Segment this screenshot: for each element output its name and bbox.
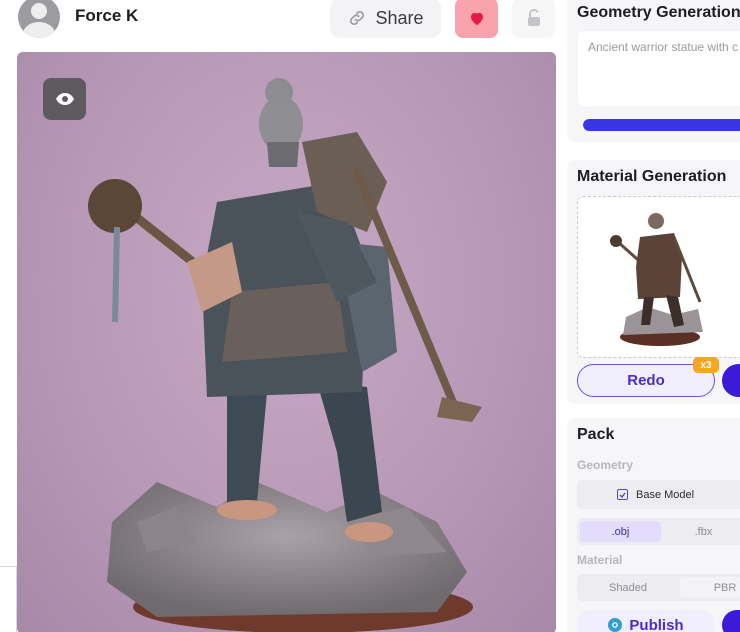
format-selector: .obj .fbx: [577, 518, 740, 545]
format-option-fbx[interactable]: .fbx: [663, 521, 740, 542]
material-type-selector: Shaded PBR: [577, 574, 740, 601]
visibility-toggle-button[interactable]: [43, 78, 86, 120]
material-section-label: Material: [577, 553, 623, 567]
checkbox-checked-icon[interactable]: [617, 489, 628, 500]
format-option-obj[interactable]: .obj: [580, 521, 661, 542]
material-preview-thumbnail[interactable]: [577, 196, 740, 358]
share-button[interactable]: Share: [330, 0, 441, 38]
redo-count-badge: x3: [693, 357, 719, 373]
warrior-thumbnail-image: [610, 213, 703, 346]
geometry-generation-panel: Geometry Generation Ancient warrior stat…: [567, 0, 740, 142]
generate-material-button[interactable]: [722, 364, 740, 397]
publish-icon: [608, 618, 623, 632]
heart-icon: [470, 12, 483, 25]
unlock-button[interactable]: [512, 0, 555, 38]
material-generation-title: Material Generation: [577, 168, 727, 185]
generation-progress-bar: [583, 119, 740, 131]
geometry-section-label: Geometry: [577, 458, 634, 472]
geometry-generation-title: Geometry Generation: [577, 4, 740, 21]
pack-panel: Pack Geometry Base Model .obj .fbx Mater…: [567, 418, 740, 632]
base-model-label: Base Model: [636, 488, 695, 501]
progress-fill: [583, 119, 740, 131]
publish-options-button[interactable]: [722, 610, 740, 632]
material-option-shaded[interactable]: Shaded: [580, 577, 676, 598]
pack-title: Pack: [577, 426, 615, 443]
base-model-option[interactable]: Base Model: [577, 480, 740, 509]
eye-icon: [55, 93, 74, 105]
prompt-input[interactable]: Ancient warrior statue with c: [578, 31, 740, 106]
material-option-pbr[interactable]: PBR: [680, 577, 740, 598]
unlock-icon: [527, 9, 540, 26]
viewer-corner-panel: [0, 566, 17, 632]
like-button[interactable]: [455, 0, 498, 38]
publish-button[interactable]: Publish: [577, 610, 715, 632]
username[interactable]: Force K: [75, 6, 138, 26]
publish-label: Publish: [629, 616, 684, 632]
share-label: Share: [375, 7, 424, 28]
model-viewer[interactable]: [17, 52, 556, 632]
user-avatar[interactable]: [18, 0, 60, 38]
warrior-statue-model: [88, 78, 482, 632]
link-icon: [350, 11, 365, 25]
material-generation-panel: Material Generation Redo x3: [567, 160, 740, 404]
